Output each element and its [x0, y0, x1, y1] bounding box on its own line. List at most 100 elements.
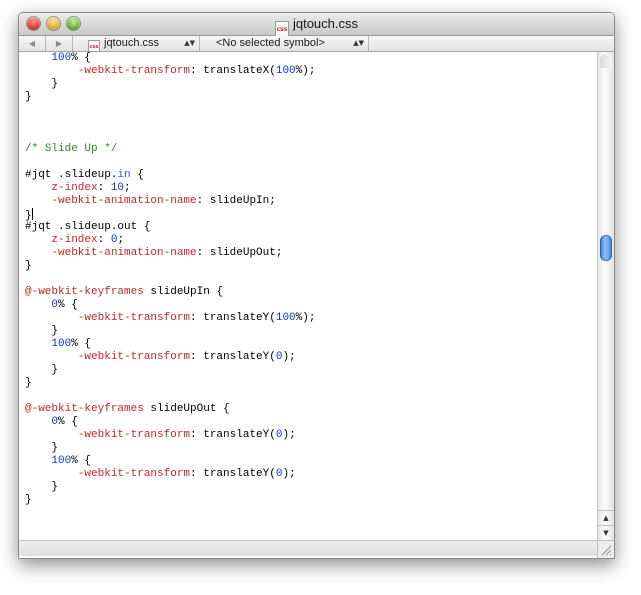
code-token: { — [130, 169, 144, 181]
window-title-text: jqtouch.css — [292, 16, 359, 31]
code-line: -webkit-transform: translateY(0); — [25, 429, 315, 442]
code-line: } — [25, 208, 315, 222]
editor-window: css jqtouch.css ◀ ▶ css jqtouch.css ▲▼ <No… — [18, 12, 615, 559]
file-popup-menu[interactable]: css jqtouch.css ▲▼ — [74, 36, 200, 52]
code-token: ); — [282, 429, 296, 441]
code-token: : translateY( — [190, 468, 276, 480]
code-token: % { — [71, 52, 92, 64]
code-line: } — [25, 494, 315, 507]
code-token-at: @-webkit-keyframes — [25, 286, 144, 298]
code-token: : — [97, 234, 111, 246]
code-line: -webkit-transform: translateY(0); — [25, 468, 315, 481]
code-token: slideUpOut { — [143, 403, 230, 415]
code-token-num: 100 — [275, 312, 296, 324]
code-line: -webkit-transform: translateX(100%); — [25, 65, 316, 78]
code-token-num: 100 — [51, 455, 72, 467]
code-token: ; — [117, 234, 125, 246]
code-token: : translateX( — [190, 65, 276, 77]
code-token: : translateY( — [190, 351, 276, 363]
code-token: % { — [71, 455, 92, 467]
code-token: slideUpIn { — [143, 286, 224, 298]
code-token: } — [25, 78, 59, 90]
code-token-prop: z-index — [51, 182, 98, 194]
code-token: } — [25, 91, 32, 103]
scroll-up-button[interactable]: ▲ — [598, 510, 614, 525]
code-token: ; — [124, 182, 131, 194]
code-line: 100% { — [25, 52, 315, 65]
code-token-num: 10 — [110, 182, 125, 194]
code-token: #jqt .slideup. — [25, 169, 118, 181]
code-token: ); — [282, 351, 296, 363]
code-token: : slideUpIn; — [196, 195, 276, 207]
code-token: } — [25, 364, 59, 376]
code-token: } — [25, 494, 32, 506]
code-token: % { — [71, 338, 92, 350]
code-token: : — [97, 182, 111, 194]
text-cursor — [31, 208, 33, 220]
code-line: } — [25, 78, 315, 91]
code-token: } — [25, 260, 32, 272]
code-token-prop: -webkit-transform — [77, 65, 191, 77]
code-token: %); — [295, 65, 316, 77]
code-token-comment: /* Slide Up */ — [25, 143, 118, 155]
symbol-popup-menu[interactable]: <No selected symbol> ▲▼ — [201, 36, 369, 51]
code-line: @-webkit-keyframes slideUpOut { — [25, 403, 315, 416]
code-token: } — [25, 442, 59, 454]
title-bar[interactable]: css jqtouch.css — [19, 13, 614, 37]
scroll-thumb[interactable] — [600, 235, 612, 261]
code-line: #jqt .slideup.out { — [25, 221, 315, 234]
symbol-popup-label: <No selected symbol> — [216, 37, 325, 49]
navigation-bar: ◀ ▶ css jqtouch.css ▲▼ <No selected symbo… — [19, 36, 614, 52]
code-token-num: 100 — [51, 338, 72, 350]
popup-arrows-icon: ▲▼ — [353, 39, 364, 47]
code-token: : translateY( — [190, 312, 276, 324]
code-token-prop: -webkit-animation-name — [51, 247, 197, 259]
code-line: } — [25, 325, 315, 338]
scroll-down-button[interactable]: ▼ — [598, 525, 614, 540]
window-title: css jqtouch.css — [19, 16, 614, 37]
resize-grip[interactable] — [597, 540, 614, 558]
code-line: -webkit-animation-name: slideUpOut; — [25, 247, 315, 260]
code-line: } — [25, 260, 315, 273]
back-arrow-button[interactable]: ◀ — [19, 36, 46, 51]
code-token-prop: -webkit-transform — [77, 351, 191, 363]
css-file-icon: css — [88, 40, 100, 52]
code-line: 0% { — [25, 416, 315, 429]
code-editor[interactable]: 100% { -webkit-transform: translateX(100… — [19, 52, 597, 540]
code-line: @-webkit-keyframes slideUpIn { — [25, 286, 315, 299]
code-token: #jqt .slideup.out { — [25, 221, 151, 233]
code-token: % { — [58, 416, 78, 428]
code-line: -webkit-transform: translateY(0); — [25, 351, 315, 364]
code-line: z-index: 0; — [25, 234, 315, 247]
code-line: 0% { — [25, 299, 315, 312]
forward-arrow-button[interactable]: ▶ — [46, 36, 73, 51]
scroll-track-cap — [600, 54, 612, 68]
code-token-prop: -webkit-transform — [77, 468, 191, 480]
code-token: %); — [295, 312, 316, 324]
vertical-scrollbar[interactable]: ▲ ▼ — [597, 52, 614, 540]
code-line: #jqt .slideup.in { — [25, 169, 315, 182]
code-token: } — [25, 481, 59, 493]
code-token-prop: -webkit-transform — [77, 429, 191, 441]
code-line: 100% { — [25, 455, 315, 468]
code-token-at: @-webkit-keyframes — [25, 403, 144, 415]
code-line: /* Slide Up */ — [25, 143, 315, 156]
code-token-prop: -webkit-transform — [77, 312, 191, 324]
code-text[interactable]: 100% { -webkit-transform: translateX(100… — [25, 52, 315, 507]
horizontal-scroll-area — [19, 540, 597, 556]
